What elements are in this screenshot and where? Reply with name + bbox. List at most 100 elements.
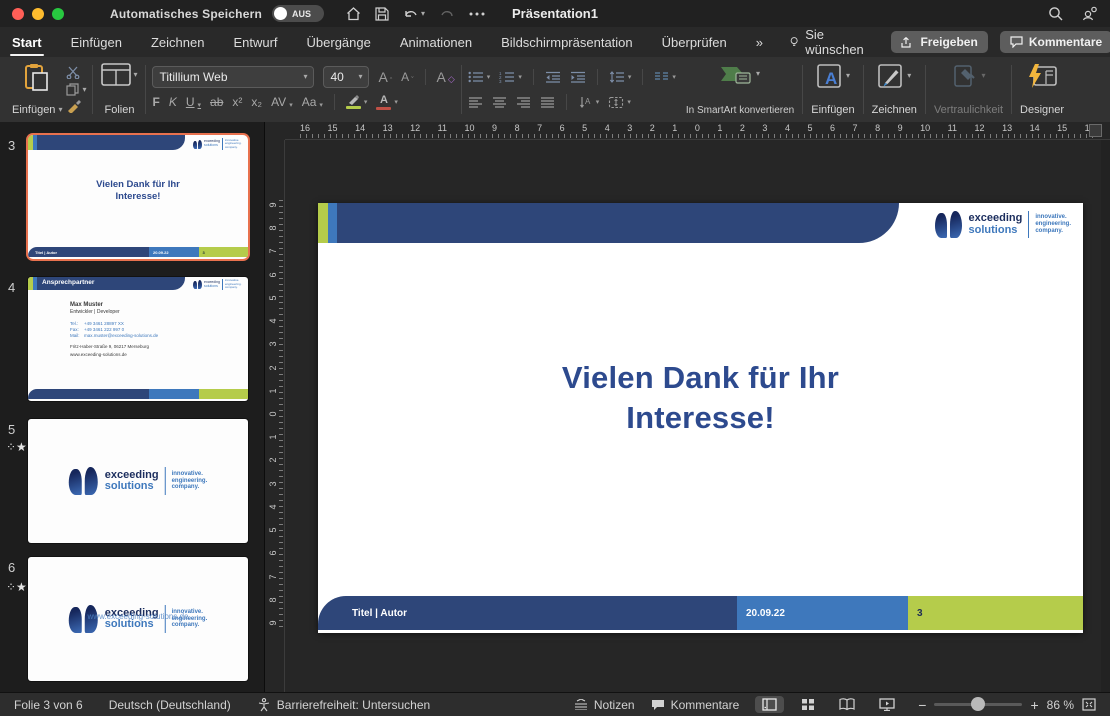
zoom-level[interactable]: 86 % [1047, 698, 1074, 712]
underline-button[interactable]: U▾ [186, 95, 201, 109]
slide-sorter-view-button[interactable] [794, 696, 822, 713]
designer-group[interactable]: Designer [1014, 61, 1070, 118]
align-right-button[interactable] [516, 97, 531, 108]
comments-label: Kommentare [671, 698, 740, 712]
minimize-window-button[interactable] [32, 8, 44, 20]
chevron-down-icon[interactable]: ▾ [58, 106, 62, 114]
close-window-button[interactable] [12, 8, 24, 20]
subscript-button[interactable]: x₂ [251, 95, 262, 109]
clear-formatting-button[interactable]: A◇ [437, 69, 455, 85]
tab-zeichnen[interactable]: Zeichnen [149, 31, 206, 54]
chevron-down-icon[interactable]: ▾ [846, 72, 850, 80]
slide-title-text[interactable]: Vielen Dank für Ihr Interesse! [318, 358, 1083, 437]
footer-number[interactable]: 3 [908, 596, 1083, 630]
notes-toggle[interactable]: Notizen [574, 698, 635, 712]
italic-button[interactable]: K [169, 95, 177, 109]
chevron-down-icon[interactable]: ▾ [133, 71, 137, 79]
paragraph-group: ▾ 123 ▾ ▾ [464, 61, 680, 118]
cut-button[interactable] [66, 66, 86, 79]
comments-toggle[interactable]: Kommentare [651, 698, 740, 712]
undo-button[interactable]: ▾ [403, 7, 425, 21]
share-button[interactable]: Freigeben [891, 31, 987, 53]
draw-group[interactable]: ▾ Zeichnen [866, 61, 923, 118]
reading-view-button[interactable] [832, 696, 862, 713]
font-size-combo[interactable]: 40 ▾ [323, 66, 369, 88]
insert-textbox-group[interactable]: A ▾ Einfügen [805, 61, 860, 118]
chevron-down-icon[interactable]: ▾ [756, 70, 760, 78]
slide-thumbnail-3[interactable]: exceedingsolutions innovative.engineerin… [28, 135, 248, 259]
zoom-out-button[interactable]: − [918, 697, 926, 713]
slide-editor-area: 1615141312111098765432101234567891011121… [265, 122, 1110, 692]
tell-me-control[interactable]: Sie wünschen [790, 27, 867, 57]
highlight-color-button[interactable]: ▾ [346, 95, 368, 109]
align-center-button[interactable] [492, 97, 507, 108]
slide-counter[interactable]: Folie 3 von 6 [14, 698, 83, 712]
language-status[interactable]: Deutsch (Deutschland) [109, 698, 231, 712]
numbered-list-button[interactable]: 123 ▾ [499, 71, 522, 83]
footer-date[interactable]: 20.09.22 [737, 596, 908, 630]
search-icon[interactable] [1048, 6, 1063, 21]
format-painter-button[interactable] [66, 100, 86, 113]
tab-einfuegen[interactable]: Einfügen [69, 31, 124, 54]
paste-button[interactable]: Einfügen▾ [12, 63, 62, 116]
align-left-button[interactable] [468, 97, 483, 108]
ruler-number: 15 [1057, 123, 1067, 133]
bold-button[interactable]: F [152, 95, 159, 109]
character-spacing-button[interactable]: AV▾ [271, 95, 293, 109]
zoom-in-button[interactable]: + [1030, 697, 1038, 713]
decrease-font-size-button[interactable]: Aˇ [401, 70, 413, 84]
comments-button[interactable]: Kommentare [1000, 31, 1110, 53]
accent-stripe-green [318, 203, 328, 243]
superscript-button[interactable]: x² [232, 95, 242, 109]
strikethrough-button[interactable]: ab [210, 95, 223, 109]
copy-button[interactable]: ▾ [66, 83, 86, 96]
tab-start[interactable]: Start [10, 31, 44, 54]
font-name-combo[interactable]: Titillium Web ▾ [152, 66, 314, 88]
increase-font-size-button[interactable]: Aˆ [378, 69, 392, 85]
justify-button[interactable] [540, 97, 555, 108]
smartart-group[interactable]: ▾ In SmartArt konvertieren [680, 61, 800, 118]
autosave-toggle[interactable]: AUS [272, 5, 324, 22]
tab-uebergaenge[interactable]: Übergänge [305, 31, 373, 54]
decrease-indent-button[interactable] [545, 71, 561, 83]
ruler-number: 1 [268, 431, 278, 443]
zoom-window-button[interactable] [52, 8, 64, 20]
text-direction-button[interactable]: A ▾ [578, 96, 600, 109]
slideshow-view-button[interactable] [872, 696, 902, 713]
font-color-button[interactable]: A ▾ [376, 94, 398, 110]
horizontal-ruler[interactable]: 1615141312111098765432101234567891011121… [285, 122, 1110, 140]
slide-thumbnail-4[interactable]: Ansprechpartner exceedingsolutions innov… [28, 277, 248, 401]
columns-button[interactable]: ▾ [654, 71, 676, 82]
tab-bildschirmpraesentation[interactable]: Bildschirmpräsentation [499, 31, 635, 54]
more-commands-icon[interactable] [469, 12, 485, 16]
increase-indent-button[interactable] [570, 71, 586, 83]
tab-ueberpruefen[interactable]: Überprüfen [660, 31, 729, 54]
zoom-slider-thumb[interactable] [971, 697, 985, 711]
vertical-ruler[interactable]: 9876543210123456789 [265, 140, 285, 692]
accessibility-checker[interactable]: Barrierefreiheit: Untersuchen [257, 698, 430, 712]
share-user-icon[interactable] [1081, 6, 1098, 21]
change-case-button[interactable]: Aa▾ [302, 95, 323, 109]
home-icon[interactable] [346, 7, 361, 21]
chevron-down-icon[interactable]: ▾ [421, 10, 425, 18]
ruler-number: 8 [875, 123, 880, 133]
tab-animationen[interactable]: Animationen [398, 31, 474, 54]
vertical-align-button[interactable]: ▾ [608, 96, 631, 109]
line-spacing-button[interactable]: ▾ [609, 71, 632, 83]
slide-thumbnail-5[interactable]: exceedingsolutions innovative.engineerin… [28, 419, 248, 543]
save-icon[interactable] [375, 7, 389, 21]
footer-author[interactable]: Titel | Autor [318, 596, 737, 630]
slide-thumbnail-6[interactable]: exceedingsolutions innovative.engineerin… [28, 557, 248, 681]
normal-view-button[interactable] [755, 696, 784, 713]
slides-group[interactable]: ▾ Folien [95, 61, 143, 118]
ruler-number: 4 [268, 315, 278, 327]
tab-overflow-chevrons[interactable]: » [754, 31, 765, 54]
tab-entwurf[interactable]: Entwurf [231, 31, 279, 54]
zoom-slider[interactable] [934, 703, 1022, 706]
vertical-scrollbar[interactable] [1101, 140, 1110, 692]
bullet-list-button[interactable]: ▾ [468, 71, 491, 83]
chevron-down-icon[interactable]: ▾ [907, 72, 911, 80]
fit-slide-to-window-button[interactable] [1082, 698, 1096, 711]
slide-canvas[interactable]: exceedingsolutions innovative.engineerin… [318, 203, 1083, 633]
chevron-down-icon[interactable]: ▾ [82, 86, 86, 94]
